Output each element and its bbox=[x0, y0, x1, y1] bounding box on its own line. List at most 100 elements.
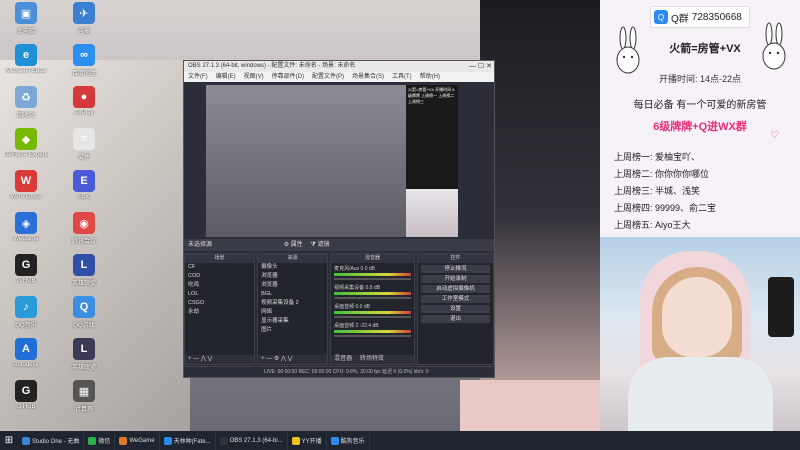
control-button[interactable]: 设置 bbox=[421, 305, 490, 313]
app-icon: A bbox=[15, 338, 37, 360]
desktop-icon[interactable]: ◈ WeGame bbox=[4, 212, 48, 252]
tab-transitions[interactable]: 转场特效 bbox=[360, 356, 384, 362]
taskbar-item[interactable]: 天林种(Fate... bbox=[160, 431, 216, 450]
minimize-icon[interactable]: — bbox=[469, 63, 476, 70]
desktop-icon[interactable]: ♪ QQ音乐 bbox=[4, 296, 48, 336]
desktop-icon[interactable]: ∞ 百度网盘 bbox=[62, 44, 106, 84]
scene-item[interactable]: COD bbox=[185, 272, 254, 281]
desktop-icon[interactable]: Q QQ游戏 bbox=[62, 296, 106, 336]
remove-icon[interactable]: — bbox=[193, 356, 199, 362]
control-button[interactable]: 开始录制 bbox=[421, 275, 490, 283]
desktop-icon[interactable]: ◆ GeForce Experience bbox=[4, 128, 48, 168]
scene-item[interactable]: LOL bbox=[185, 290, 254, 299]
down-icon[interactable]: ⋁ bbox=[207, 356, 212, 362]
source-item[interactable]: 网络 bbox=[258, 308, 327, 317]
source-item[interactable]: BGL bbox=[258, 290, 327, 299]
taskbar-item[interactable]: WeGame bbox=[115, 431, 160, 450]
desktop-icon-label: WeGame bbox=[13, 236, 39, 242]
qq-group-box: Q Q群 728350668 bbox=[650, 6, 750, 28]
desktop-icon[interactable]: ▣ 此电脑 bbox=[4, 2, 48, 42]
control-button[interactable]: 退出 bbox=[421, 315, 490, 323]
desktop-icon[interactable]: G G HUB bbox=[4, 380, 48, 420]
desktop-icon[interactable]: ♻ 回收站 bbox=[4, 86, 48, 126]
scene-item[interactable]: 永劫 bbox=[185, 308, 254, 317]
source-item[interactable]: 视频采集设备 2 bbox=[258, 299, 327, 308]
control-button[interactable]: 工作室模式 bbox=[421, 295, 490, 303]
obs-menu-item[interactable]: 文件(F) bbox=[188, 72, 208, 82]
obs-menu-item[interactable]: 场景集合(S) bbox=[352, 72, 384, 82]
control-button[interactable]: 停止推流 bbox=[421, 265, 490, 273]
desktop-icon[interactable]: A Autodesk bbox=[4, 338, 48, 378]
desktop-icon[interactable]: ◉ 腾讯会议 bbox=[62, 212, 106, 252]
properties-button[interactable]: 属性 bbox=[291, 242, 303, 248]
source-item[interactable]: 显示器采集 bbox=[258, 317, 327, 326]
source-item[interactable]: 摄像头 bbox=[258, 263, 327, 272]
mixer-channel: 视频采集设备 0.0 dB bbox=[331, 282, 414, 301]
taskbar-item[interactable]: OBS 27.1.3 (64-bi... bbox=[216, 431, 288, 450]
scene-item[interactable]: 吃鸡 bbox=[185, 281, 254, 290]
source-item[interactable]: 浏览器 bbox=[258, 281, 327, 290]
control-button[interactable]: 启动虚拟摄像机 bbox=[421, 285, 490, 293]
desktop-icon[interactable]: e Microsoft Edge bbox=[4, 44, 48, 84]
volume-slider[interactable] bbox=[334, 297, 411, 299]
qq-icon: Q bbox=[654, 10, 668, 24]
obs-menu-item[interactable]: 帮助(H) bbox=[420, 72, 440, 82]
source-item[interactable]: 图片 bbox=[258, 326, 327, 335]
gear-icon[interactable]: ⚙ bbox=[284, 242, 289, 248]
desktop-icon[interactable]: ≡ 文件 bbox=[62, 128, 106, 168]
volume-slider[interactable] bbox=[334, 316, 411, 318]
down-icon[interactable]: ⋁ bbox=[288, 356, 293, 362]
add-icon[interactable]: + bbox=[261, 356, 265, 362]
board-line: 上周榜三: 半城、浅笑 bbox=[614, 186, 701, 196]
desktop-icon[interactable]: ✈ 吉冕 bbox=[62, 2, 106, 42]
mixer-channel-name: 麦克风/Aux 0.0 dB bbox=[334, 266, 375, 272]
tab-mixer[interactable]: 混音器 bbox=[334, 356, 352, 362]
gear-icon[interactable]: ⚙ bbox=[274, 356, 279, 362]
desktop-icon-label: 腾讯会议 bbox=[71, 239, 96, 245]
taskbar-item[interactable]: 微信 bbox=[84, 431, 116, 450]
windows-start-icon[interactable]: ⊞ bbox=[0, 431, 18, 450]
obs-menu-item[interactable]: 编辑(E) bbox=[216, 72, 236, 82]
obs-window[interactable]: OBS 27.1.3 (64-bit, windows) - 配置文件: 未命名… bbox=[183, 60, 495, 378]
desktop-icon[interactable]: W WPS Office bbox=[4, 170, 48, 210]
obs-menu-item[interactable]: 工具(T) bbox=[392, 72, 412, 82]
taskbar-item-label: 酷狗音乐 bbox=[340, 439, 365, 445]
remove-icon[interactable]: — bbox=[266, 356, 272, 362]
desktop-icon[interactable]: ● AirPlay bbox=[62, 86, 106, 126]
filters-button[interactable]: 滤镜 bbox=[317, 242, 329, 248]
obs-title-bar[interactable]: OBS 27.1.3 (64-bit, windows) - 配置文件: 未命名… bbox=[184, 61, 494, 72]
taskbar-item[interactable]: 酷狗音乐 bbox=[327, 431, 370, 450]
close-icon[interactable]: ✕ bbox=[486, 63, 492, 70]
up-icon[interactable]: ⋀ bbox=[201, 356, 206, 362]
desktop-icon[interactable]: G G HUB bbox=[4, 254, 48, 294]
taskbar-item-label: YY开播 bbox=[301, 439, 322, 445]
desktop-icon[interactable]: L 英雄联盟 bbox=[62, 254, 106, 294]
obs-menu-item[interactable]: 停靠部件(D) bbox=[272, 72, 304, 82]
scene-item[interactable]: CF bbox=[185, 263, 254, 272]
board-line: 上周榜二: 你你你你哪位 bbox=[614, 169, 710, 179]
desktop-icon[interactable]: E Epic bbox=[62, 170, 106, 210]
obs-menu-item[interactable]: 配置文件(P) bbox=[312, 72, 344, 82]
obs-preview[interactable]: 火箭=房管+VX 开播时间 6级牌牌 上周榜一 上周榜二 上周榜三 bbox=[206, 85, 458, 237]
add-icon[interactable]: + bbox=[188, 356, 192, 362]
stream-info-panel: Q Q群 728350668 火箭=房管+VX 开播时间: 14点-22点 每日… bbox=[600, 0, 800, 237]
volume-slider[interactable] bbox=[334, 335, 411, 337]
taskbar-item[interactable]: Studio One - 无曲 bbox=[18, 431, 85, 450]
obs-menu-item[interactable]: 视图(V) bbox=[244, 72, 264, 82]
app-icon bbox=[88, 436, 97, 445]
maximize-icon[interactable]: ☐ bbox=[478, 63, 484, 70]
desktop-icon[interactable]: ▦ 计算器 bbox=[62, 380, 106, 420]
up-icon[interactable]: ⋀ bbox=[281, 356, 286, 362]
mixer-channel-name: 视频采集设备 0.0 dB bbox=[334, 285, 380, 291]
taskbar-item[interactable]: YY开播 bbox=[288, 431, 327, 450]
board-line: 上周榜一: 爱柚宝吖、 bbox=[614, 152, 701, 162]
app-icon bbox=[330, 436, 339, 445]
webcam-feed bbox=[600, 237, 800, 431]
volume-slider[interactable] bbox=[334, 278, 411, 280]
obs-title: OBS 27.1.3 (64-bit, windows) - 配置文件: 未命名… bbox=[188, 63, 356, 69]
desktop-icon[interactable]: L 英雄联盟 bbox=[62, 338, 106, 378]
scene-item[interactable]: CSGO bbox=[185, 299, 254, 308]
source-item[interactable]: 浏览器 bbox=[258, 272, 327, 281]
filter-icon[interactable]: ⧩ bbox=[310, 242, 315, 248]
window-controls[interactable]: — ☐ ✕ bbox=[469, 61, 492, 72]
